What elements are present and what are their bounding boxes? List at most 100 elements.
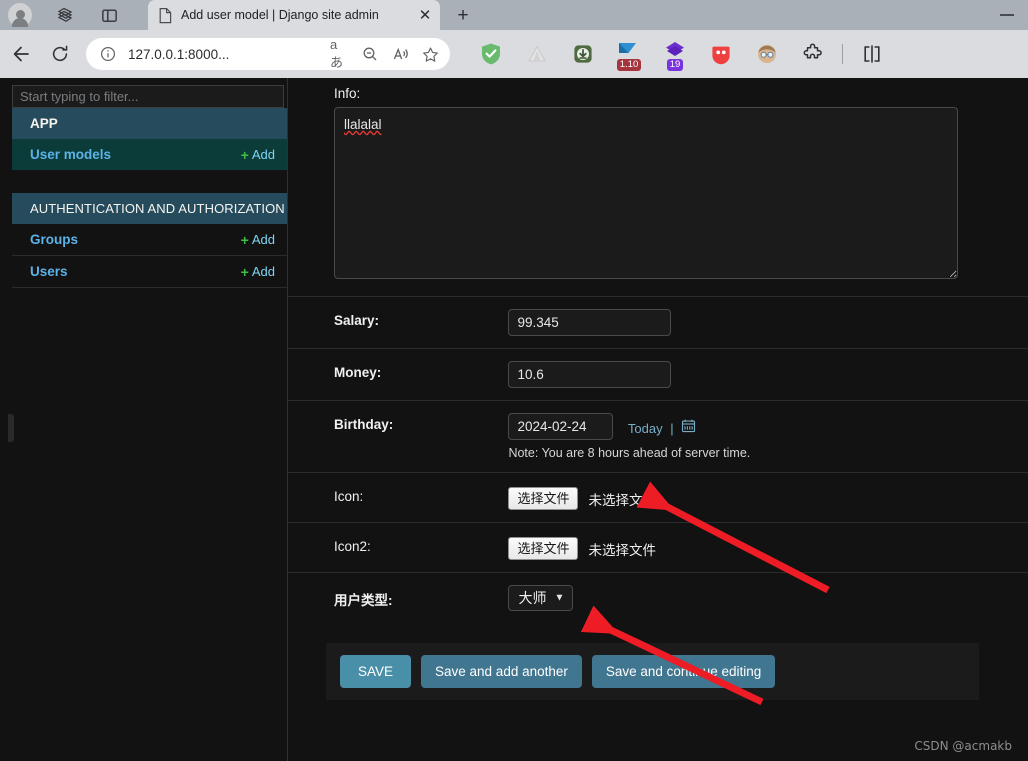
add-user-model-form: Info: llalalal Salary: Money:	[288, 78, 1028, 761]
save-button[interactable]: SAVE	[340, 655, 412, 688]
browser-tab[interactable]: Add user model | Django site admin ✕	[148, 0, 440, 30]
django-admin-page: Start typing to filter... APP User model…	[0, 78, 1028, 761]
purple-extension-badge: 19	[666, 59, 684, 71]
birthday-label: Birthday:	[334, 417, 394, 432]
sidebar-add-label: Add	[251, 232, 275, 247]
icon2-choose-file-button[interactable]: 选择文件	[508, 537, 579, 560]
document-icon	[158, 7, 173, 24]
close-icon[interactable]: ✕	[416, 6, 434, 24]
icon-file-status: 未选择文件	[588, 492, 656, 508]
birthday-input[interactable]	[508, 413, 614, 440]
split-pane-icon[interactable]	[98, 4, 120, 26]
new-tab-button[interactable]: +	[450, 3, 476, 27]
icon2-file-input[interactable]: 选择文件 未选择文件	[508, 535, 656, 560]
birthday-help-text: Note: You are 8 hours ahead of server ti…	[508, 446, 751, 460]
icon-label: Icon:	[334, 489, 364, 504]
triangle-extension-icon[interactable]	[514, 36, 560, 72]
form-row-icon2: Icon2: 选择文件 未选择文件	[288, 522, 1028, 572]
sidebar-add-user-models[interactable]: + Add	[241, 147, 275, 162]
tab-title: Add user model | Django site admin	[181, 8, 379, 22]
translate-icon[interactable]: aあ	[330, 37, 350, 70]
browser-navigation-bar: 127.0.0.1:8000... aあ 1.10 19	[0, 30, 1028, 78]
read-aloud-icon[interactable]	[390, 44, 410, 64]
info-textarea[interactable]	[334, 107, 958, 279]
icon-file-input[interactable]: 选择文件 未选择文件	[508, 485, 656, 510]
user-type-label: 用户类型:	[334, 593, 393, 608]
extensions-tray: 1.10 19	[468, 36, 895, 72]
sidebar-item-label[interactable]: User models	[30, 147, 111, 162]
csdn-watermark: CSDN @acmakb	[914, 739, 1012, 753]
sidebar-item-users[interactable]: Users + Add	[12, 256, 287, 287]
zoom-out-icon[interactable]	[360, 44, 380, 64]
sidebar-toggle-handle[interactable]	[8, 414, 14, 442]
adguard-shield-icon[interactable]	[468, 36, 514, 72]
plus-icon: +	[240, 263, 249, 280]
calendar-icon[interactable]	[681, 419, 696, 436]
download-manager-icon[interactable]	[560, 36, 606, 72]
reload-icon[interactable]	[44, 38, 76, 70]
video-downloader-icon[interactable]: 1.10	[606, 36, 652, 72]
video-downloader-badge: 1.10	[616, 59, 642, 71]
save-and-add-another-button[interactable]: Save and add another	[421, 655, 582, 688]
user-type-select-wrap: 大师 ▼	[508, 585, 574, 611]
sidebar-item-label[interactable]: Groups	[30, 232, 78, 247]
user-type-field-wrap: 大师 ▼	[508, 585, 574, 611]
money-field-wrap	[508, 361, 672, 388]
money-label: Money:	[334, 365, 382, 380]
sidebar-item-label[interactable]: Users	[30, 264, 68, 279]
salary-label: Salary:	[334, 313, 380, 328]
star-icon[interactable]	[420, 44, 440, 64]
sidebar-group-caption-auth[interactable]: AUTHENTICATION AND AUTHORIZATION	[12, 193, 287, 224]
tab-strip: Add user model | Django site admin ✕ +	[0, 0, 1028, 30]
info-textarea-wrap: llalalal	[334, 107, 958, 284]
today-link[interactable]: Today	[628, 421, 663, 436]
address-bar[interactable]: 127.0.0.1:8000... aあ	[86, 37, 450, 70]
form-row-user-type: 用户类型: 大师 ▼	[288, 572, 1028, 623]
user-type-select[interactable]: 大师	[508, 585, 574, 611]
purple-extension-icon[interactable]: 19	[652, 36, 698, 72]
sidebar-filter-input[interactable]: Start typing to filter...	[12, 85, 284, 108]
admin-sidebar: Start typing to filter... APP User model…	[8, 78, 288, 761]
back-arrow-icon[interactable]	[6, 38, 38, 70]
icon2-file-status: 未选择文件	[588, 542, 656, 558]
icon-field-wrap: 选择文件 未选择文件	[508, 485, 656, 510]
sidebar-group-spacer	[8, 170, 287, 193]
profile-avatar-icon[interactable]	[8, 3, 32, 27]
extensions-puzzle-icon[interactable]	[790, 36, 836, 72]
form-row-money: Money:	[288, 348, 1028, 400]
chrome-left-icon-group	[0, 0, 120, 30]
icon2-label: Icon2:	[334, 539, 371, 554]
icon-choose-file-button[interactable]: 选择文件	[508, 487, 579, 510]
minimize-icon[interactable]	[1000, 0, 1014, 16]
form-submit-row: SAVE Save and add another Save and conti…	[326, 643, 979, 700]
form-row-birthday: Birthday: Today |	[288, 400, 1028, 472]
plus-icon: +	[240, 231, 249, 248]
split-screen-icon[interactable]	[849, 36, 895, 72]
info-label: Info:	[334, 86, 361, 101]
face-avatar-extension-icon[interactable]	[744, 36, 790, 72]
form-row-salary: Salary:	[288, 296, 1028, 348]
salary-input[interactable]	[508, 309, 672, 336]
sidebar-add-label: Add	[251, 264, 275, 279]
date-shortcuts: Today |	[628, 413, 696, 436]
browser-chrome: Add user model | Django site admin ✕ + 1…	[0, 0, 1028, 78]
form-row-info: Info: llalalal	[288, 78, 1028, 296]
toolbar-divider	[842, 44, 843, 64]
sidebar-add-label: Add	[251, 147, 275, 162]
address-bar-url: 127.0.0.1:8000...	[128, 46, 230, 62]
sidebar-add-users[interactable]: + Add	[241, 264, 275, 279]
sidebar-group-caption-app[interactable]: APP	[12, 108, 287, 139]
form-row-icon: Icon: 选择文件 未选择文件	[288, 472, 1028, 522]
plus-icon: +	[240, 146, 249, 163]
sidebar-add-groups[interactable]: + Add	[241, 232, 275, 247]
salary-field-wrap	[508, 309, 672, 336]
sidebar-item-user-models[interactable]: User models + Add	[12, 139, 287, 170]
pocket-extension-icon[interactable]	[698, 36, 744, 72]
workspaces-icon[interactable]	[54, 4, 76, 26]
site-info-icon[interactable]	[98, 44, 118, 64]
money-input[interactable]	[508, 361, 672, 388]
sidebar-item-groups[interactable]: Groups + Add	[12, 224, 287, 255]
save-and-continue-editing-button[interactable]: Save and continue editing	[591, 655, 776, 688]
shortcut-separator: |	[670, 421, 674, 436]
form-fieldset: Info: llalalal Salary: Money:	[288, 78, 1028, 623]
